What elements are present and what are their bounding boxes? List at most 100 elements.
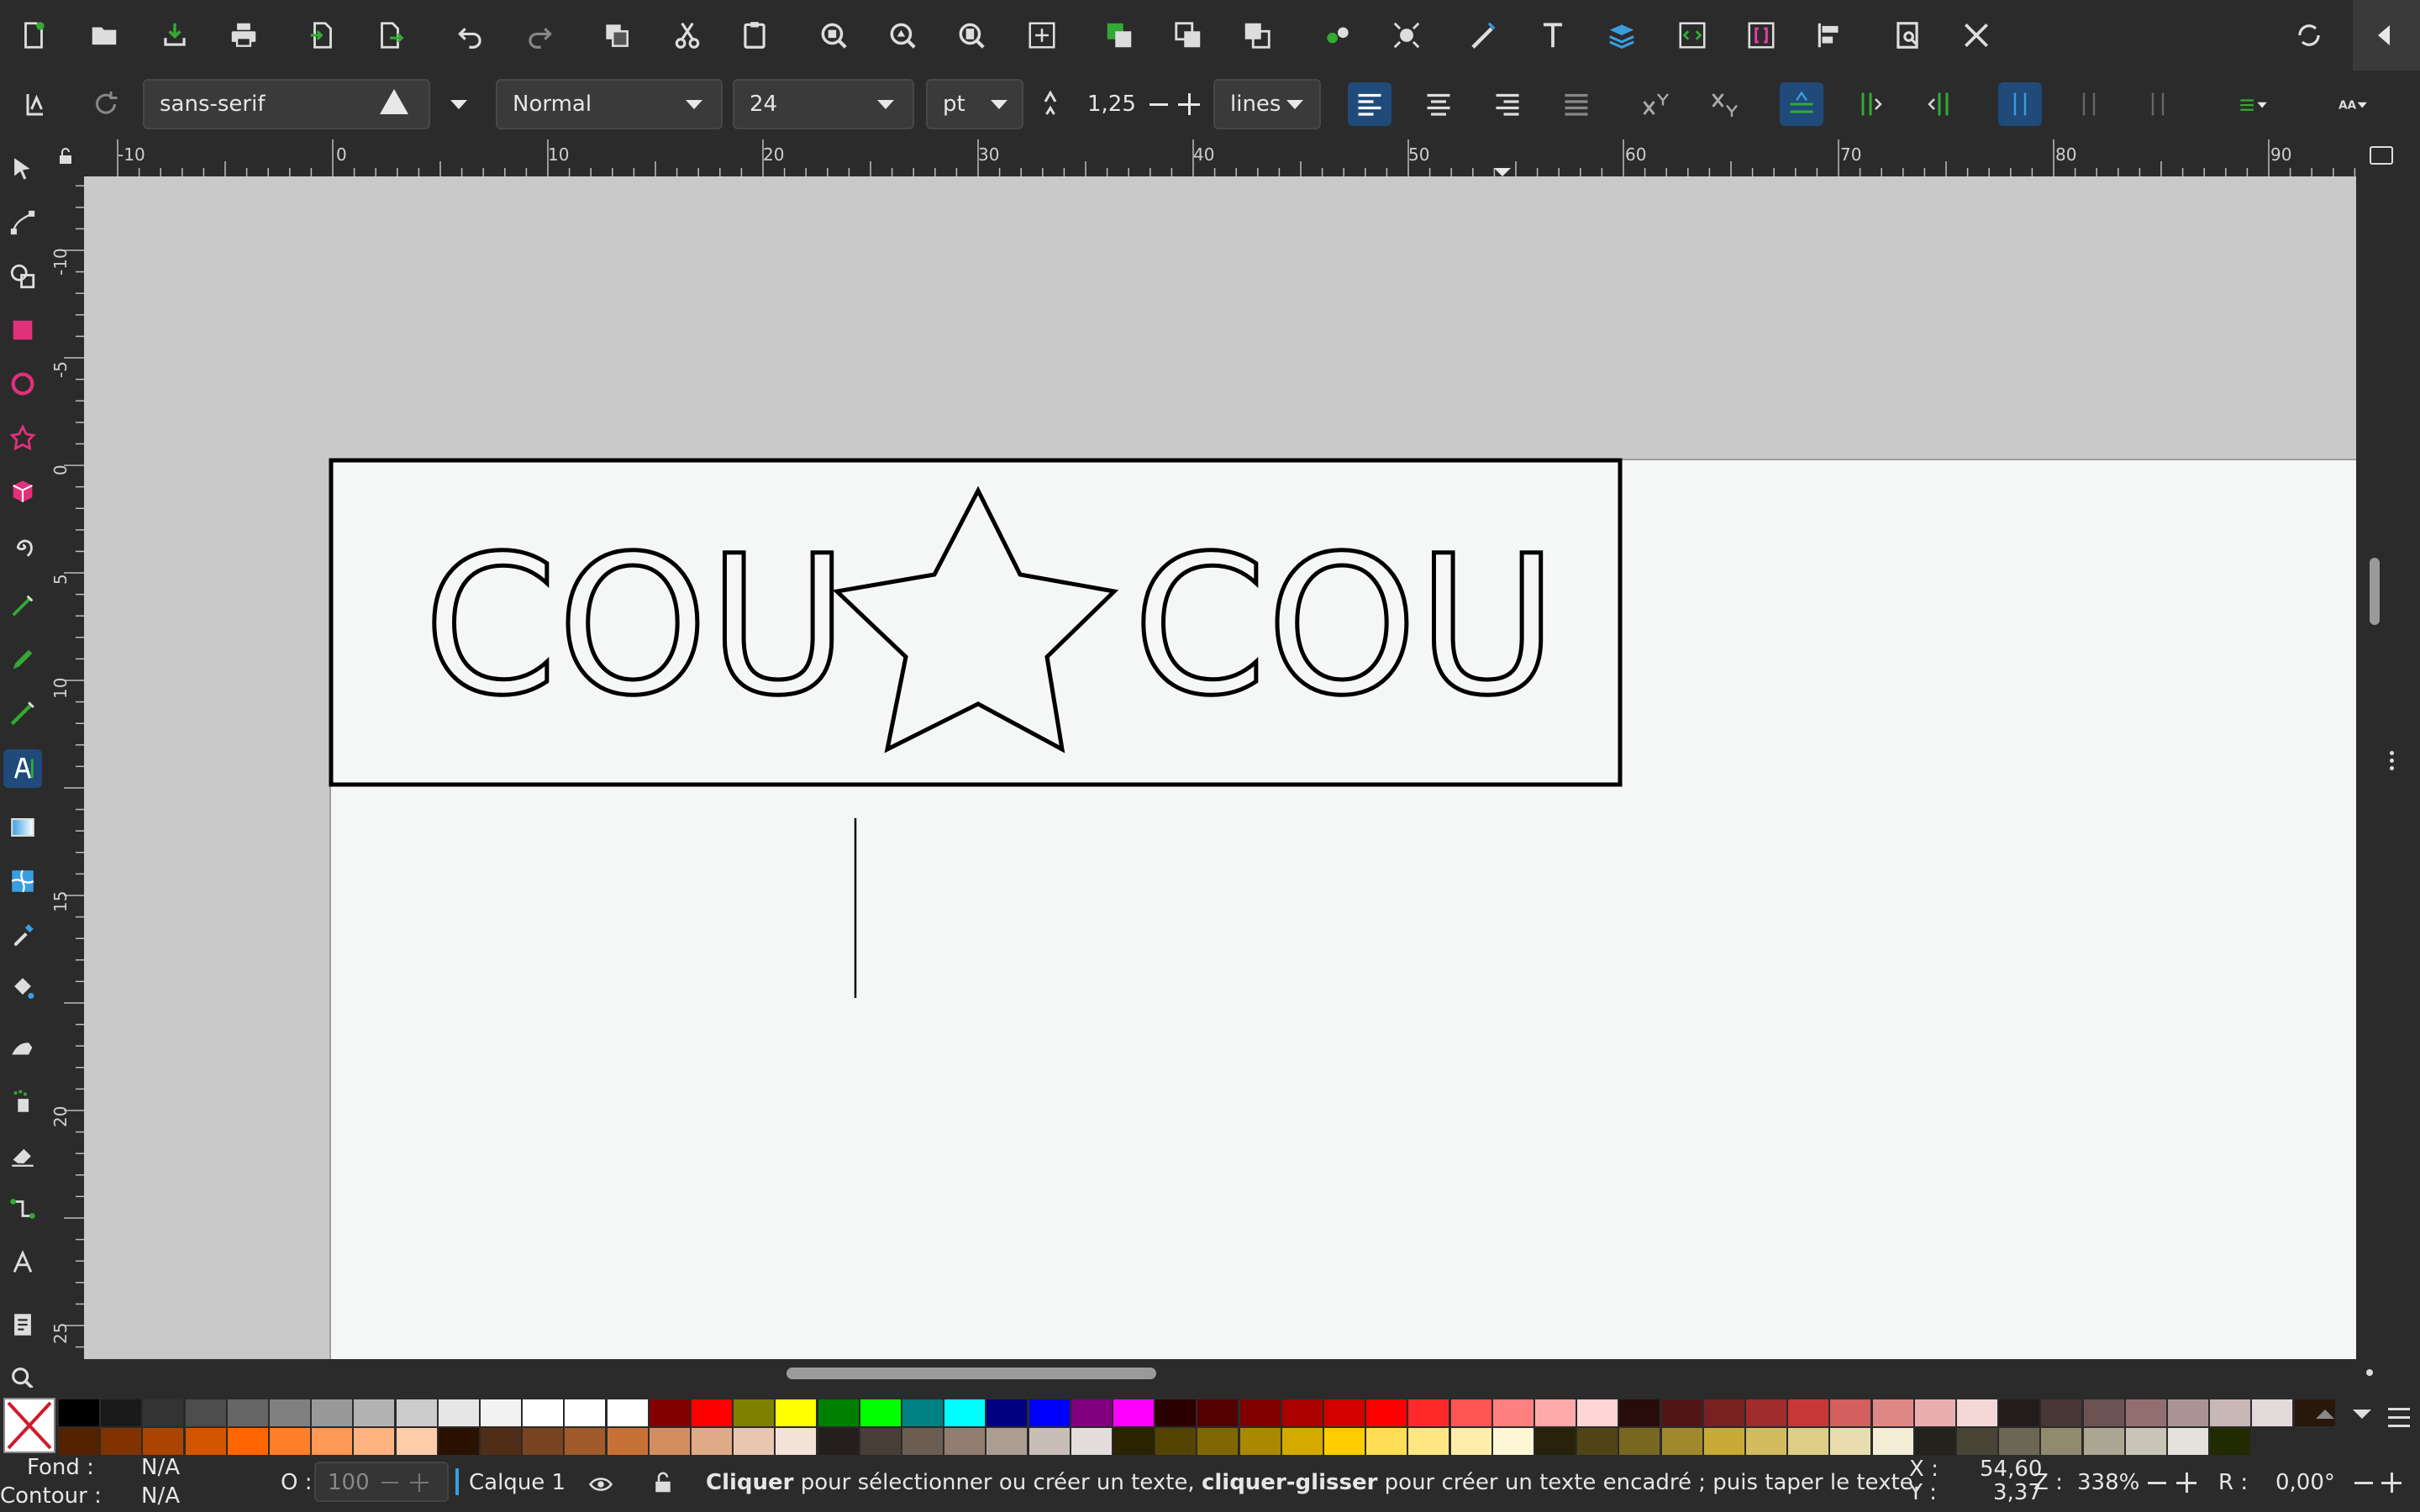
text-orientation-upright-icon[interactable] — [2067, 82, 2111, 126]
color-swatch[interactable] — [312, 1399, 353, 1426]
color-swatch[interactable] — [1957, 1428, 1997, 1455]
opacity-input[interactable]: 100 — [314, 1462, 449, 1502]
vertical-scrollbar-thumb[interactable] — [2370, 558, 2380, 625]
color-swatch[interactable] — [2083, 1428, 2124, 1455]
transform-icon[interactable] — [1386, 15, 1427, 55]
color-swatch[interactable] — [860, 1399, 901, 1426]
fill-stroke-icon[interactable] — [1462, 15, 1502, 55]
pencil-tool-icon[interactable] — [3, 640, 42, 679]
color-swatch[interactable] — [986, 1428, 1028, 1455]
color-swatch[interactable] — [1450, 1428, 1491, 1455]
star-tool-icon[interactable] — [3, 418, 42, 457]
color-swatch[interactable] — [1366, 1428, 1407, 1455]
current-layer[interactable]: Calque 1 — [469, 1470, 566, 1495]
canvas-options-dot[interactable] — [2366, 1369, 2373, 1376]
display-mode-icon[interactable] — [2370, 146, 2393, 165]
color-swatch[interactable] — [481, 1399, 521, 1426]
color-swatch[interactable] — [1872, 1428, 1913, 1455]
align-left-icon[interactable] — [1348, 82, 1392, 126]
color-swatch[interactable] — [607, 1428, 648, 1455]
color-swatch[interactable] — [2083, 1399, 2124, 1426]
duplicate-icon[interactable] — [597, 15, 637, 55]
color-swatch[interactable] — [2252, 1399, 2293, 1426]
color-swatch[interactable] — [185, 1399, 226, 1426]
color-swatch[interactable] — [312, 1428, 353, 1455]
color-swatch[interactable] — [2210, 1428, 2251, 1455]
color-swatch[interactable] — [185, 1428, 226, 1455]
star-shape[interactable] — [832, 486, 1119, 753]
color-swatch[interactable] — [227, 1428, 268, 1455]
color-swatch[interactable] — [354, 1428, 395, 1455]
color-swatch[interactable] — [1155, 1399, 1197, 1426]
import-icon[interactable] — [302, 15, 343, 55]
color-swatch[interactable] — [59, 1428, 99, 1455]
calligraphy-tool-icon[interactable] — [3, 694, 42, 732]
zoom-value[interactable]: 338% — [2077, 1470, 2139, 1495]
color-swatch[interactable] — [396, 1399, 437, 1426]
text-tool-icon[interactable] — [3, 749, 42, 788]
paste-icon[interactable] — [734, 15, 775, 55]
horizontal-text-icon[interactable] — [1780, 82, 1823, 126]
color-swatch[interactable] — [1830, 1399, 1871, 1426]
color-swatch[interactable] — [227, 1399, 268, 1426]
font-collection-icon[interactable] — [13, 82, 57, 126]
font-family-dropdown[interactable] — [434, 79, 484, 129]
dropper-tool-icon[interactable] — [3, 916, 42, 954]
color-swatch[interactable] — [1535, 1428, 1576, 1455]
color-swatch[interactable] — [860, 1428, 901, 1455]
color-swatch[interactable] — [1830, 1428, 1871, 1455]
color-swatch[interactable] — [270, 1428, 310, 1455]
color-swatch[interactable] — [1239, 1399, 1281, 1426]
color-swatch[interactable] — [776, 1428, 817, 1455]
color-swatch[interactable] — [1281, 1428, 1323, 1455]
selectors-icon[interactable] — [1741, 15, 1781, 55]
vertical-text-rl-icon[interactable] — [1849, 82, 1892, 126]
lock-guides-icon[interactable] — [55, 146, 76, 166]
color-swatch[interactable] — [649, 1428, 690, 1455]
color-swatch[interactable] — [2041, 1399, 2082, 1426]
color-swatch[interactable] — [2210, 1399, 2251, 1426]
tweak-tool-icon[interactable] — [3, 1028, 42, 1067]
minus-icon[interactable] — [381, 1482, 398, 1483]
subscript-icon[interactable] — [1702, 82, 1746, 126]
color-swatch[interactable] — [1999, 1428, 2040, 1455]
text-orientation-sideways-icon[interactable] — [2136, 82, 2180, 126]
color-swatch[interactable] — [270, 1399, 310, 1426]
color-swatch[interactable] — [1914, 1399, 1955, 1426]
snap-toggle-icon[interactable] — [2289, 15, 2329, 55]
align-right-icon[interactable] — [1486, 82, 1529, 126]
color-swatch[interactable] — [607, 1399, 648, 1426]
color-swatch[interactable] — [101, 1428, 142, 1455]
color-swatch[interactable] — [902, 1399, 943, 1426]
color-swatch[interactable] — [481, 1428, 521, 1455]
color-swatch[interactable] — [438, 1428, 479, 1455]
font-style-dropdown[interactable] — [669, 79, 719, 129]
color-swatch[interactable] — [101, 1399, 142, 1426]
save-icon[interactable] — [155, 15, 195, 55]
stroke-value[interactable]: N/A — [141, 1483, 180, 1509]
banner-text-left[interactable]: COU — [422, 512, 851, 740]
color-swatch[interactable] — [692, 1428, 732, 1455]
color-swatch[interactable] — [1746, 1399, 1786, 1426]
color-swatch[interactable] — [944, 1428, 986, 1455]
line-height-unit-dropdown[interactable] — [1274, 79, 1316, 129]
color-swatch[interactable] — [1661, 1428, 1702, 1455]
open-folder-icon[interactable] — [84, 15, 124, 55]
color-swatch[interactable] — [2125, 1399, 2166, 1426]
selector-tool-icon[interactable] — [3, 150, 42, 188]
rotate-ccw-icon[interactable] — [2354, 1482, 2373, 1484]
color-swatch[interactable] — [1703, 1399, 1744, 1426]
color-swatch[interactable] — [1071, 1399, 1112, 1426]
color-swatch[interactable] — [1619, 1399, 1660, 1426]
color-swatch[interactable] — [902, 1428, 943, 1455]
color-swatch[interactable] — [565, 1428, 606, 1455]
raise-icon[interactable] — [1099, 15, 1139, 55]
color-swatch[interactable] — [1113, 1399, 1154, 1426]
zoom-page-icon[interactable] — [951, 15, 992, 55]
paint-bucket-tool-icon[interactable] — [3, 969, 42, 1008]
align-center-icon[interactable] — [1417, 82, 1460, 126]
node-tool-icon[interactable] — [3, 203, 42, 242]
ellipse-tool-icon[interactable] — [3, 365, 42, 403]
spacing-options-icon[interactable] — [2220, 82, 2287, 126]
color-swatch[interactable] — [1914, 1428, 1955, 1455]
